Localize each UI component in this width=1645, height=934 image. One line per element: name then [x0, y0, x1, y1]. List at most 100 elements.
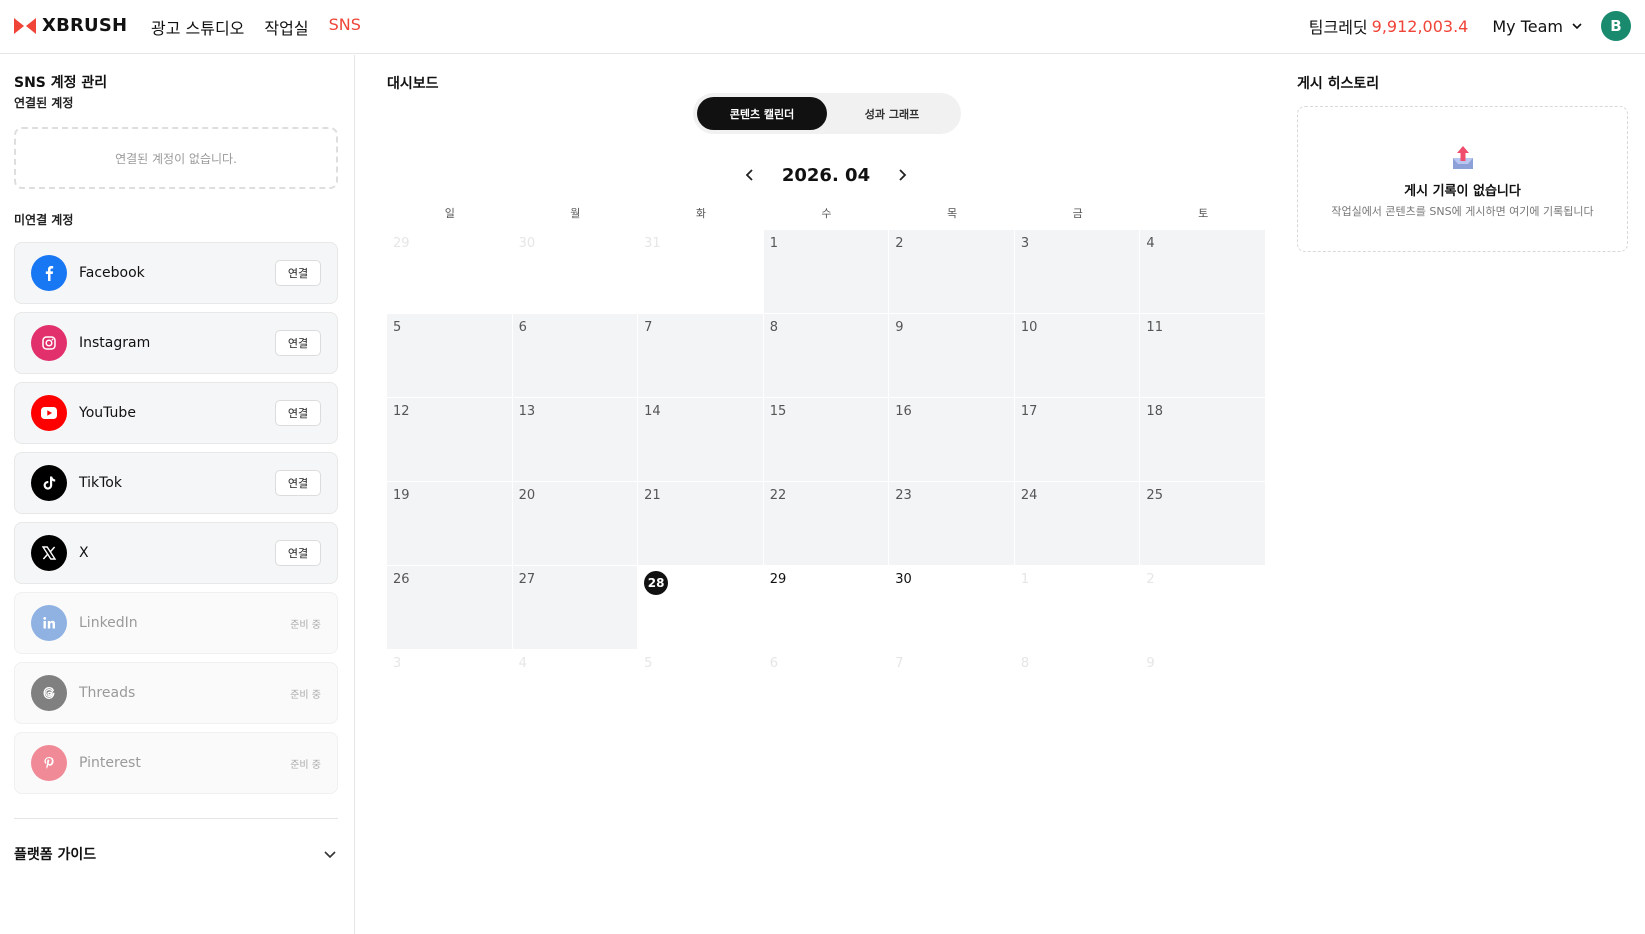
- calendar-day-cell[interactable]: 16: [889, 398, 1015, 482]
- tab-performance-graph[interactable]: 성과 그래프: [827, 97, 957, 130]
- connect-facebook-button[interactable]: 연결: [275, 260, 321, 286]
- nav-workroom[interactable]: 작업실: [264, 15, 308, 39]
- weekday-mon: 월: [570, 207, 581, 220]
- calendar-day-cell[interactable]: 22: [763, 482, 890, 566]
- calendar-day-cell[interactable]: 9: [1140, 650, 1266, 734]
- calendar-day-cell[interactable]: 11: [1140, 314, 1266, 398]
- next-month-button[interactable]: [890, 163, 914, 187]
- logo[interactable]: XBRUSH: [14, 15, 127, 36]
- connect-instagram-button[interactable]: 연결: [275, 330, 321, 356]
- calendar-day-cell[interactable]: 30: [512, 230, 639, 314]
- calendar-day-cell[interactable]: 23: [889, 482, 1015, 566]
- calendar-day-cell[interactable]: 6: [512, 314, 639, 398]
- facebook-icon: [31, 255, 67, 291]
- calendar-day-number: 14: [644, 404, 661, 419]
- platform-guide-label: 플랫폼 가이드: [14, 847, 97, 863]
- chevron-right-icon: [899, 169, 907, 181]
- calendar-day-cell[interactable]: 29: [387, 230, 513, 314]
- calendar-day-cell[interactable]: 13: [512, 398, 639, 482]
- calendar-day-cell[interactable]: 8: [1014, 650, 1141, 734]
- account-name: Instagram: [79, 335, 151, 351]
- calendar-day-cell[interactable]: 18: [1140, 398, 1266, 482]
- calendar-day-cell[interactable]: 28: [638, 566, 764, 650]
- calendar-day-cell[interactable]: 19: [387, 482, 513, 566]
- calendar-day-number: 5: [644, 656, 653, 671]
- weekday-sun: 일: [444, 207, 455, 220]
- connected-empty-text: 연결된 계정이 없습니다.: [115, 151, 237, 166]
- calendar-day-cell[interactable]: 3: [387, 650, 513, 734]
- pinterest-icon: [31, 745, 67, 781]
- calendar-day-cell[interactable]: 15: [763, 398, 890, 482]
- calendar-day-cell[interactable]: 10: [1014, 314, 1141, 398]
- pending-label: 준비 중: [290, 689, 321, 701]
- connected-empty-state: 연결된 계정이 없습니다.: [14, 127, 338, 189]
- sns-sidebar: SNS 계정 관리 연결된 계정 연결된 계정이 없습니다. 미연결 계정 Fa…: [0, 55, 355, 934]
- calendar-day-cell[interactable]: 12: [387, 398, 513, 482]
- top-bar: XBRUSH 광고 스튜디오 작업실 SNS 팀크레딧 9,912,003.4 …: [0, 0, 1645, 54]
- calendar-day-cell[interactable]: 3: [1014, 230, 1141, 314]
- calendar-day-cell[interactable]: 27: [512, 566, 639, 650]
- month-navigator: 2026. 04: [738, 160, 914, 190]
- calendar-day-number: 9: [1146, 656, 1155, 671]
- calendar-day-cell[interactable]: 4: [1140, 230, 1266, 314]
- calendar-day-cell[interactable]: 2: [1140, 566, 1266, 650]
- weekday-fri: 금: [1072, 207, 1083, 220]
- connect-tiktok-button[interactable]: 연결: [275, 470, 321, 496]
- post-history-title: 게시 히스토리: [1297, 76, 1380, 92]
- calendar-day-cell[interactable]: 20: [512, 482, 639, 566]
- calendar-day-cell[interactable]: 8: [763, 314, 890, 398]
- calendar-day-number: 2: [895, 236, 904, 251]
- account-linkedin: LinkedIn 준비 중: [14, 592, 338, 654]
- connect-youtube-button[interactable]: 연결: [275, 400, 321, 426]
- calendar-day-cell[interactable]: 2: [889, 230, 1015, 314]
- weekday-thu: 목: [947, 207, 958, 220]
- calendar-day-cell[interactable]: 26: [387, 566, 513, 650]
- calendar-day-cell[interactable]: 4: [512, 650, 639, 734]
- calendar-day-cell[interactable]: 7: [638, 314, 764, 398]
- calendar-day-cell[interactable]: 17: [1014, 398, 1141, 482]
- nav-ad-studio[interactable]: 광고 스튜디오: [151, 15, 244, 39]
- calendar-day-cell[interactable]: 1: [763, 230, 890, 314]
- calendar-day-number: 29: [393, 236, 410, 251]
- account-youtube: YouTube 연결: [14, 382, 338, 444]
- tab-content-calendar[interactable]: 콘텐츠 캘린더: [697, 97, 827, 130]
- calendar-day-cell[interactable]: 21: [638, 482, 764, 566]
- calendar-day-cell[interactable]: 6: [763, 650, 890, 734]
- unconnected-accounts-label: 미연결 계정: [14, 213, 74, 227]
- calendar-day-cell[interactable]: 9: [889, 314, 1015, 398]
- calendar-day-cell[interactable]: 25: [1140, 482, 1266, 566]
- calendar-day-cell[interactable]: 29: [763, 566, 890, 650]
- calendar-day-number: 21: [644, 488, 661, 503]
- connect-x-button[interactable]: 연결: [275, 540, 321, 566]
- logo-icon: [14, 17, 36, 34]
- calendar-day-number: 25: [1146, 488, 1163, 503]
- instagram-icon: [31, 325, 67, 361]
- logo-text: XBRUSH: [42, 15, 128, 36]
- calendar-day-cell[interactable]: 5: [387, 314, 513, 398]
- nav-sns[interactable]: SNS: [329, 15, 361, 39]
- content-calendar: 29 30 31 1 2 3 4 5 6 7 8 9 10 11 12 13 14 15 16 17 18 19 20 21 2…: [387, 230, 1266, 734]
- calendar-day-number: 7: [644, 320, 653, 335]
- calendar-day-number: 9: [895, 320, 904, 335]
- tiktok-icon: [31, 465, 67, 501]
- calendar-day-number: 6: [518, 320, 527, 335]
- calendar-day-cell[interactable]: 24: [1014, 482, 1141, 566]
- calendar-day-cell[interactable]: 7: [889, 650, 1015, 734]
- chevron-down-icon: [324, 851, 336, 859]
- calendar-day-number: 24: [1020, 488, 1038, 503]
- weekday-header: 일 월 화 수 목 금 토: [387, 205, 1266, 221]
- connected-accounts-label: 연결된 계정: [14, 96, 74, 110]
- avatar[interactable]: B: [1601, 11, 1631, 41]
- youtube-icon: [31, 395, 67, 431]
- platform-guide-toggle[interactable]: 플랫폼 가이드: [14, 844, 338, 864]
- sidebar-title: SNS 계정 관리: [14, 75, 108, 91]
- calendar-day-cell[interactable]: 30: [889, 566, 1015, 650]
- team-selector[interactable]: My Team: [1492, 17, 1583, 36]
- calendar-day-cell[interactable]: 1: [1014, 566, 1141, 650]
- calendar-day-number: 8: [1020, 656, 1030, 671]
- calendar-day-cell[interactable]: 14: [638, 398, 764, 482]
- calendar-day-number: 4: [1146, 236, 1155, 251]
- calendar-day-cell[interactable]: 31: [638, 230, 764, 314]
- prev-month-button[interactable]: [738, 163, 762, 187]
- calendar-day-cell[interactable]: 5: [638, 650, 764, 734]
